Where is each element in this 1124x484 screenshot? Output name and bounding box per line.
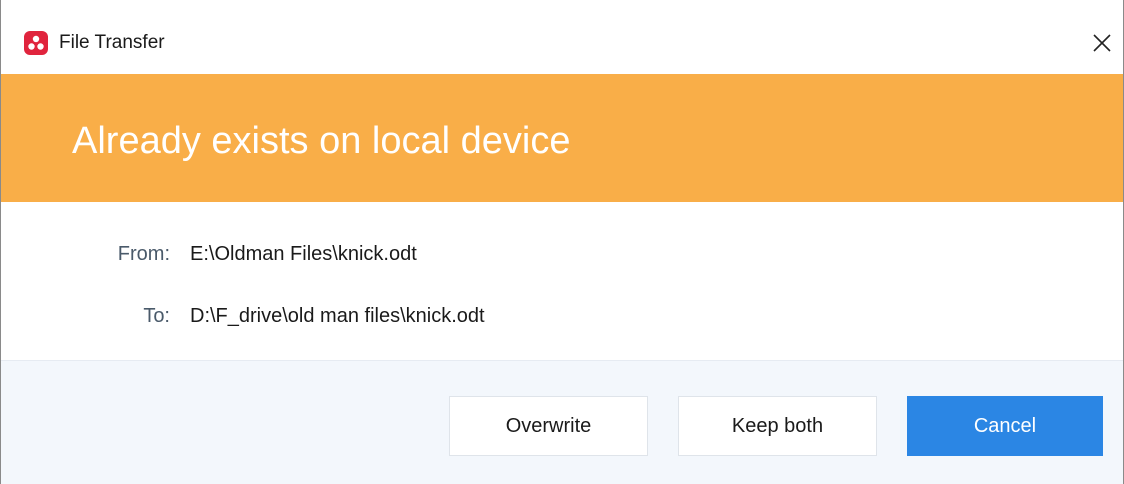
cancel-button[interactable]: Cancel [907,396,1103,456]
file-details: From: E:\Oldman Files\knick.odt To: D:\F… [1,202,1123,360]
window-title: File Transfer [59,32,165,53]
title-bar: File Transfer [1,0,1123,74]
to-path: D:\F_drive\old man files\knick.odt [190,305,485,327]
close-icon [1093,34,1111,52]
banner-message: Already exists on local device [72,120,571,162]
to-label: To: [143,305,170,327]
from-path: E:\Oldman Files\knick.odt [190,243,417,265]
from-label: From: [117,243,170,265]
status-banner: Already exists on local device [1,74,1123,202]
keep-both-button[interactable]: Keep both [678,396,877,456]
overwrite-button[interactable]: Overwrite [449,396,648,456]
to-row: To: D:\F_drive\old man files\knick.odt [1,302,1123,330]
app-logo-icon [24,31,48,55]
action-footer: Overwrite Keep both Cancel [1,360,1123,484]
close-button[interactable] [1083,22,1123,62]
file-transfer-dialog: File Transfer Already exists on local de… [0,0,1124,484]
from-row: From: E:\Oldman Files\knick.odt [1,240,1123,268]
